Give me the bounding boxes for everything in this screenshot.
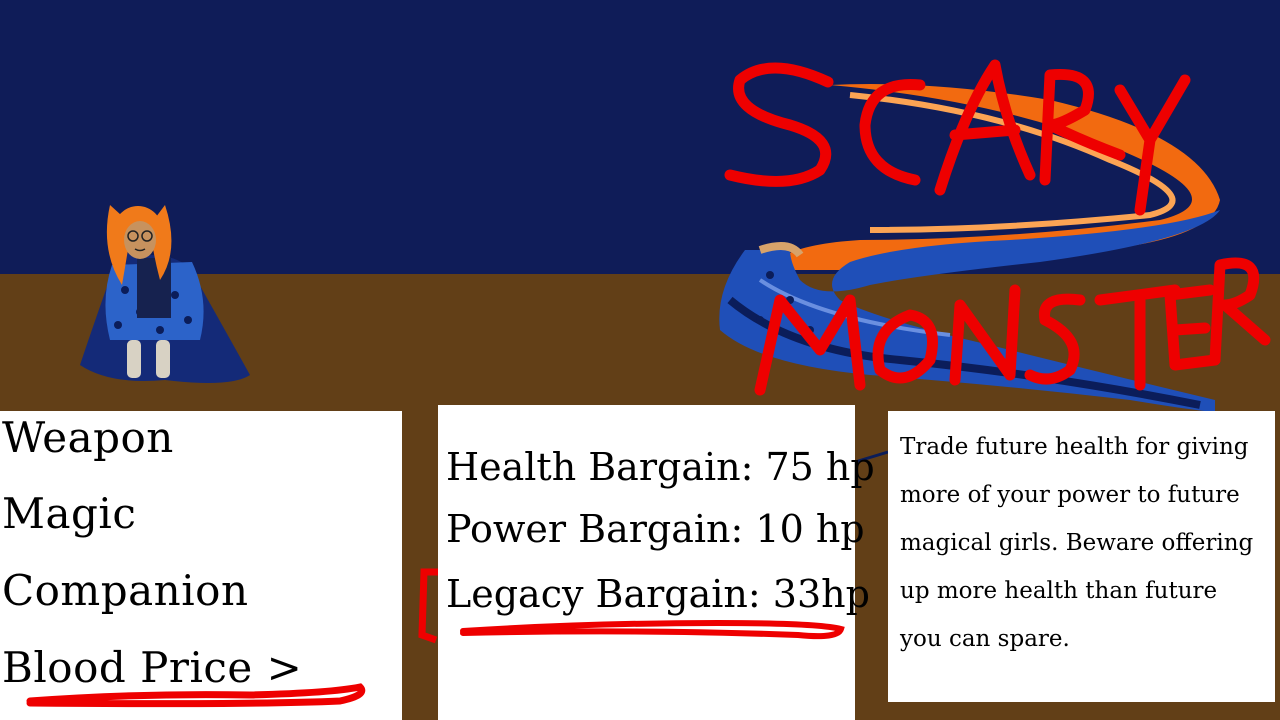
action-menu-panel: Weapon Magic Companion Blood Price > [0,411,402,720]
description-text: Trade future health for giving more of y… [900,434,1254,652]
bargain-selection-underline [460,619,845,640]
selection-underline [26,683,366,708]
description-panel: Trade future health for giving more of y… [888,411,1275,702]
bargain-submenu-panel: Health Bargain: 75 hp Power Bargain: 10 … [438,405,875,720]
